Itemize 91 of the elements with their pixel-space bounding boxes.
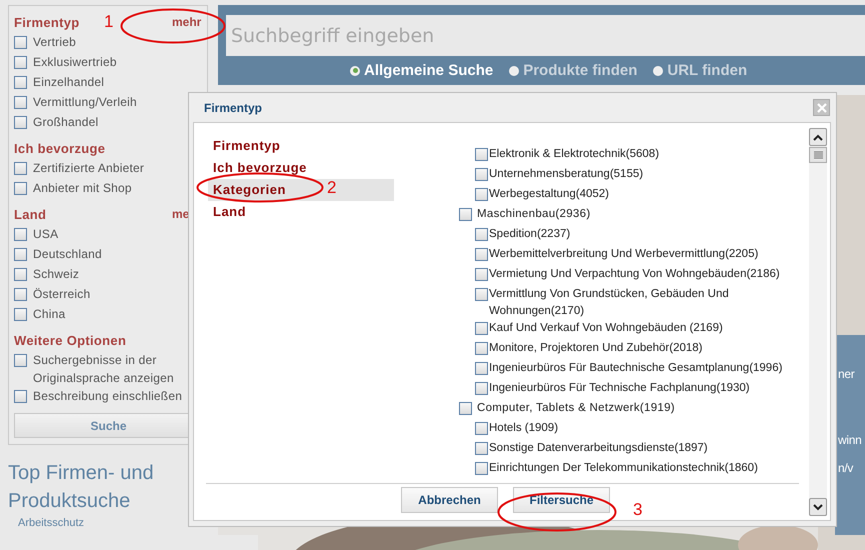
banner-text: n/v [838,461,854,475]
radio-button[interactable] [653,66,664,76]
checkbox[interactable] [475,382,488,395]
checkbox[interactable] [14,248,27,261]
category-label: Kauf Und Verkauf Von Wohngebäuden (2169) [489,321,723,336]
scroll-thumb[interactable] [809,147,827,163]
filter-tab[interactable]: Firmentyp [208,135,394,157]
category-label: Hotels (1909) [489,421,558,436]
checkbox[interactable] [475,288,488,301]
radio-button[interactable] [509,66,520,76]
more-link[interactable]: mehr [172,15,203,29]
checkbox[interactable] [14,268,27,281]
section-heading: Ich bevorzuge [14,140,106,156]
checkbox[interactable] [14,288,27,301]
section-heading: Firmentyp [14,14,80,30]
checkbox[interactable] [475,188,488,201]
annotation-number: 2 [327,178,336,198]
category-label: Unternehmensberatung(5155) [489,167,644,182]
checkbox[interactable] [475,228,488,241]
option-label: Zertifizierte Anbieter [33,160,144,177]
checkbox[interactable] [14,116,27,129]
checkbox[interactable] [14,228,27,241]
checkbox[interactable] [475,322,488,335]
category-label: Maschinenbau(2936) [477,207,590,222]
checkbox[interactable] [14,162,27,175]
radio-label: Allgemeine Suche [364,62,494,79]
option-label: Anbieter mit Shop [33,180,132,197]
category-label: Werbemittelverbreitung Und Werbevermittlung(2205) [489,247,758,262]
category-label: Sonstige Datenverarbeitungsdienste(1897) [489,441,708,456]
checkbox[interactable] [14,182,27,195]
category-label: Ingenieurbüros Für Bautechnische Gesamtplanung(1996) [489,361,782,376]
checkbox[interactable] [475,168,488,181]
banner-text: ner [838,367,854,381]
option-label: Suchergebnisse in der Originalsprache anzeigen [33,352,175,387]
checkbox[interactable] [14,36,27,49]
category-label: Computer, Tablets & Netzwerk(1919) [477,401,675,416]
close-button[interactable] [813,99,830,116]
scrollbar[interactable] [809,128,827,516]
search-field[interactable]: Suchbegriff eingeben [226,15,865,56]
category-label: Vermietung Und Verpachtung Von Wohngebäuden(2186) [489,267,780,282]
checkbox[interactable] [14,308,27,321]
category-label: Ingenieurbüros Für Technische Fachplanung(1930) [489,381,750,396]
checkbox[interactable] [475,268,488,281]
checkbox[interactable] [475,422,488,435]
checkbox[interactable] [475,342,488,355]
checkbox[interactable] [14,96,27,109]
option-label: Schweiz [33,266,80,283]
category-label: Elektronik & Elektrotechnik(5608) [489,147,660,162]
annotation-number: 3 [633,500,642,520]
checkbox[interactable] [14,76,27,89]
option-label: Vermittlung/Verleih [33,94,137,111]
radio-label: Produkte finden [523,62,638,79]
checkbox[interactable] [459,208,472,221]
dialog-button[interactable]: Filtersuche [513,487,610,513]
radio-button[interactable] [350,66,360,76]
option-label: Exklusiwertrieb [33,54,117,71]
checkbox[interactable] [459,402,472,415]
category-label: Vermittlung Von Grundstücken, Gebäuden Und Wohnungen(2170) [489,287,730,319]
section-heading: Weitere Optionen [14,332,126,348]
option-label: Einzelhandel [33,74,104,91]
option-label: Großhandel [33,114,98,131]
option-label: USA [33,226,58,243]
dialog-title: Firmentyp [204,100,262,114]
section-heading: Land [14,206,46,222]
checkbox[interactable] [475,148,488,161]
checkbox[interactable] [14,390,27,403]
section-heading: Top Firmen- und Produktsuche [8,461,155,514]
checkbox[interactable] [14,56,27,69]
option-label: Beschreibung einschließen [33,388,182,405]
filter-tab[interactable]: Ich bevorzuge [208,157,394,179]
checkbox[interactable] [475,248,488,261]
annotation-number: 1 [104,12,114,32]
radio-label: URL finden [667,62,748,79]
filter-tab[interactable]: Land [208,201,394,223]
category-label: Werbegestaltung(4052) [489,187,609,202]
option-label: Österreich [33,286,90,303]
checkbox[interactable] [14,354,27,367]
checkbox[interactable] [475,462,488,475]
category-label: Einrichtungen Der Telekommunikationstechnik(1860) [489,461,758,476]
category-label: Spedition(2237) [489,227,570,242]
scroll-down-icon[interactable] [809,498,827,516]
checkbox[interactable] [475,362,488,375]
option-label: Deutschland [33,246,102,263]
option-label: China [33,306,66,323]
dialog-button[interactable]: Abbrechen [401,487,498,513]
close-icon [816,102,826,112]
checkbox[interactable] [475,442,488,455]
scroll-up-icon[interactable] [809,128,827,146]
banner-text: winn [838,433,862,447]
category-label: Monitore, Projektoren Und Zubehör(2018) [489,341,703,356]
option-label: Vertrieb [33,34,76,51]
